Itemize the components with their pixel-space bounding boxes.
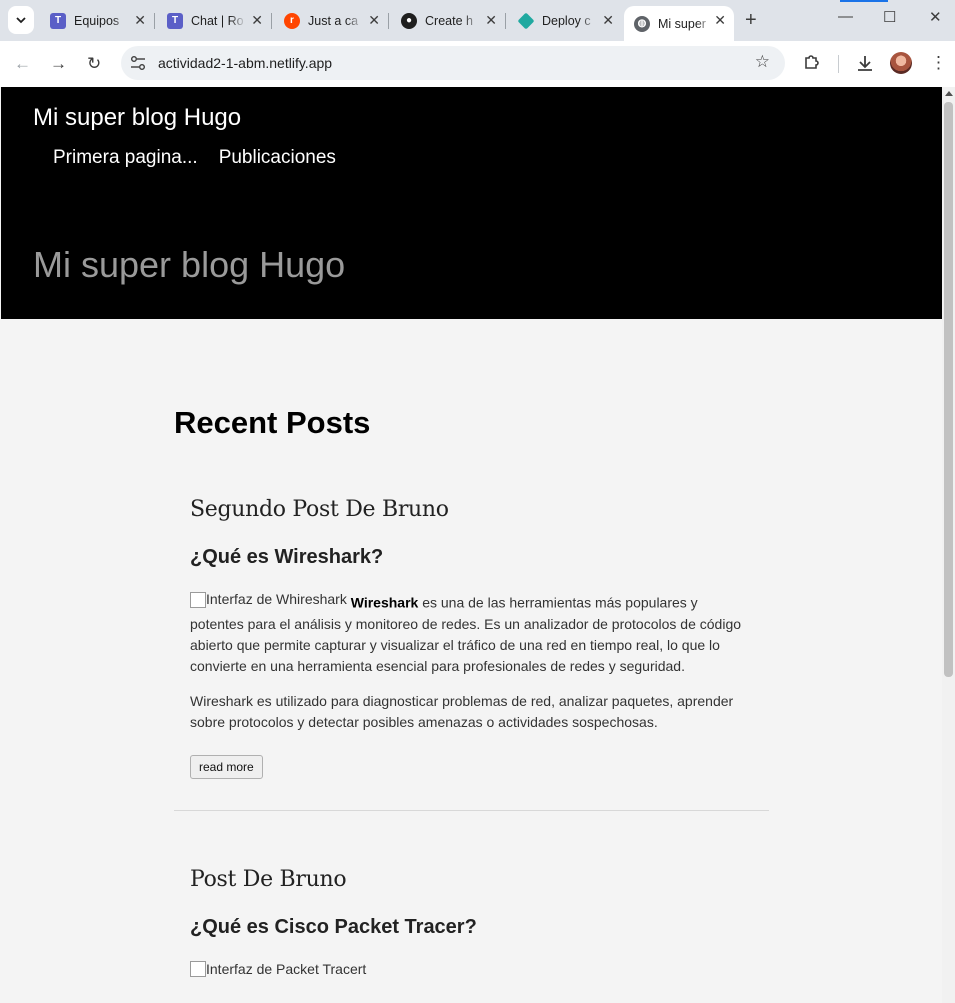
close-icon[interactable]: ✕ <box>602 13 614 27</box>
close-icon[interactable]: ✕ <box>368 13 380 27</box>
minimize-icon[interactable]: — <box>838 8 853 25</box>
post-item: Segundo Post De Bruno ¿Qué es Wireshark?… <box>174 497 769 779</box>
profile-avatar[interactable] <box>890 52 912 74</box>
read-more-button[interactable]: read more <box>190 754 263 779</box>
post-title-link[interactable]: Segundo Post De Bruno <box>190 497 753 523</box>
chevron-down-icon <box>16 17 26 24</box>
broken-image: Interfaz de Whireshark <box>190 589 347 610</box>
post-divider <box>174 809 769 811</box>
more-menu-kebab-icon[interactable]: ⋮ <box>930 53 947 73</box>
nav-link-primera-pagina[interactable]: Primera pagina... <box>53 147 198 169</box>
tab-deploy[interactable]: Deploy c ✕ <box>508 6 622 35</box>
scroll-up-arrow-icon[interactable] <box>945 91 953 96</box>
tab-title: Just a ca <box>308 13 359 28</box>
download-icon[interactable] <box>856 54 874 72</box>
maximize-icon[interactable]: ☐ <box>883 8 896 26</box>
tab-search-button[interactable] <box>8 6 34 34</box>
scrollbar-thumb[interactable] <box>944 102 953 677</box>
url-text[interactable]: actividad2-1-abm.netlify.app <box>158 55 332 71</box>
address-bar[interactable]: actividad2-1-abm.netlify.app ☆ <box>121 46 785 80</box>
image-alt-text: Interfaz de Whireshark <box>206 591 347 607</box>
post-paragraph: Wireshark es utilizado para diagnosticar… <box>190 692 734 730</box>
reddit-icon: r <box>284 12 300 29</box>
netlify-icon <box>517 12 535 29</box>
extensions-puzzle-icon[interactable] <box>803 53 821 71</box>
site-title-link[interactable]: Mi super blog Hugo <box>33 104 241 132</box>
github-icon: ● <box>401 12 417 29</box>
new-tab-plus-icon[interactable]: + <box>745 9 757 32</box>
broken-image-icon <box>190 591 206 608</box>
post-title-link[interactable]: Post De Bruno <box>190 867 753 893</box>
post-paragraph: Interfaz de Whireshark Wireshark es una … <box>190 589 753 677</box>
section-heading: Recent Posts <box>174 405 371 440</box>
tab-strip: T Equipos ✕ T Chat | Ro ✕ r Just a ca ✕ … <box>0 0 955 41</box>
vertical-scrollbar[interactable] <box>942 87 955 1003</box>
tab-just-a-ca[interactable]: r Just a ca ✕ <box>274 6 389 35</box>
page-viewport: Mi super blog Hugo Primera pagina... Pub… <box>0 87 955 1003</box>
tab-mi-super[interactable]: ◍ Mi super ✕ <box>624 6 734 41</box>
tab-chat[interactable]: T Chat | Ro ✕ <box>157 6 272 35</box>
bold-lead: Wireshark <box>350 594 419 611</box>
teams-icon: T <box>50 12 66 29</box>
close-icon[interactable]: ✕ <box>714 13 726 27</box>
broken-image: Interfaz de Packet Tracert <box>190 959 366 980</box>
site-info-tune-icon[interactable] <box>130 55 146 71</box>
post-paragraph: Interfaz de Packet Tracert <box>190 959 753 984</box>
tab-separator <box>271 13 272 29</box>
close-icon[interactable]: ✕ <box>485 13 497 27</box>
back-arrow-icon[interactable]: ← <box>14 54 31 74</box>
tab-equipos[interactable]: T Equipos ✕ <box>40 6 155 35</box>
broken-image-icon <box>190 961 206 977</box>
toolbar-separator <box>838 55 839 73</box>
close-icon[interactable]: ✕ <box>134 13 146 27</box>
tab-title: Create h <box>425 13 473 28</box>
window-close-icon[interactable]: ✕ <box>929 8 942 26</box>
tab-title: Mi super <box>658 16 706 31</box>
post-subheading: ¿Qué es Wireshark? <box>190 546 384 568</box>
forward-arrow-icon[interactable]: → <box>50 54 67 74</box>
tab-separator <box>154 13 155 29</box>
post-subheading: ¿Qué es Cisco Packet Tracer? <box>190 915 477 938</box>
tab-create[interactable]: ● Create h ✕ <box>391 6 506 35</box>
nav-link-publicaciones[interactable]: Publicaciones <box>219 147 336 169</box>
bookmark-star-icon[interactable]: ☆ <box>755 52 770 72</box>
browser-toolbar: ← → ↻ actividad2-1-abm.netlify.app ☆ ⋮ <box>0 41 955 87</box>
site-nav: Primera pagina... Publicaciones <box>53 147 336 169</box>
teams-icon: T <box>167 12 183 29</box>
accent-bar <box>840 0 888 2</box>
hero-title: Mi super blog Hugo <box>33 244 346 285</box>
tab-title: Equipos <box>74 13 120 28</box>
tab-separator <box>505 13 506 29</box>
globe-icon: ◍ <box>634 15 650 32</box>
post-item: Post De Bruno ¿Qué es Cisco Packet Trace… <box>174 867 769 984</box>
image-alt-text: Interfaz de Packet Tracert <box>206 960 367 977</box>
tab-title: Deploy c <box>542 13 591 28</box>
close-icon[interactable]: ✕ <box>251 13 263 27</box>
reload-icon[interactable]: ↻ <box>87 54 101 74</box>
tab-title: Chat | Ro <box>191 13 244 28</box>
site-header: Mi super blog Hugo Primera pagina... Pub… <box>1 87 942 319</box>
tab-separator <box>388 13 389 29</box>
main-content: Recent Posts Segundo Post De Bruno ¿Qué … <box>174 405 769 983</box>
